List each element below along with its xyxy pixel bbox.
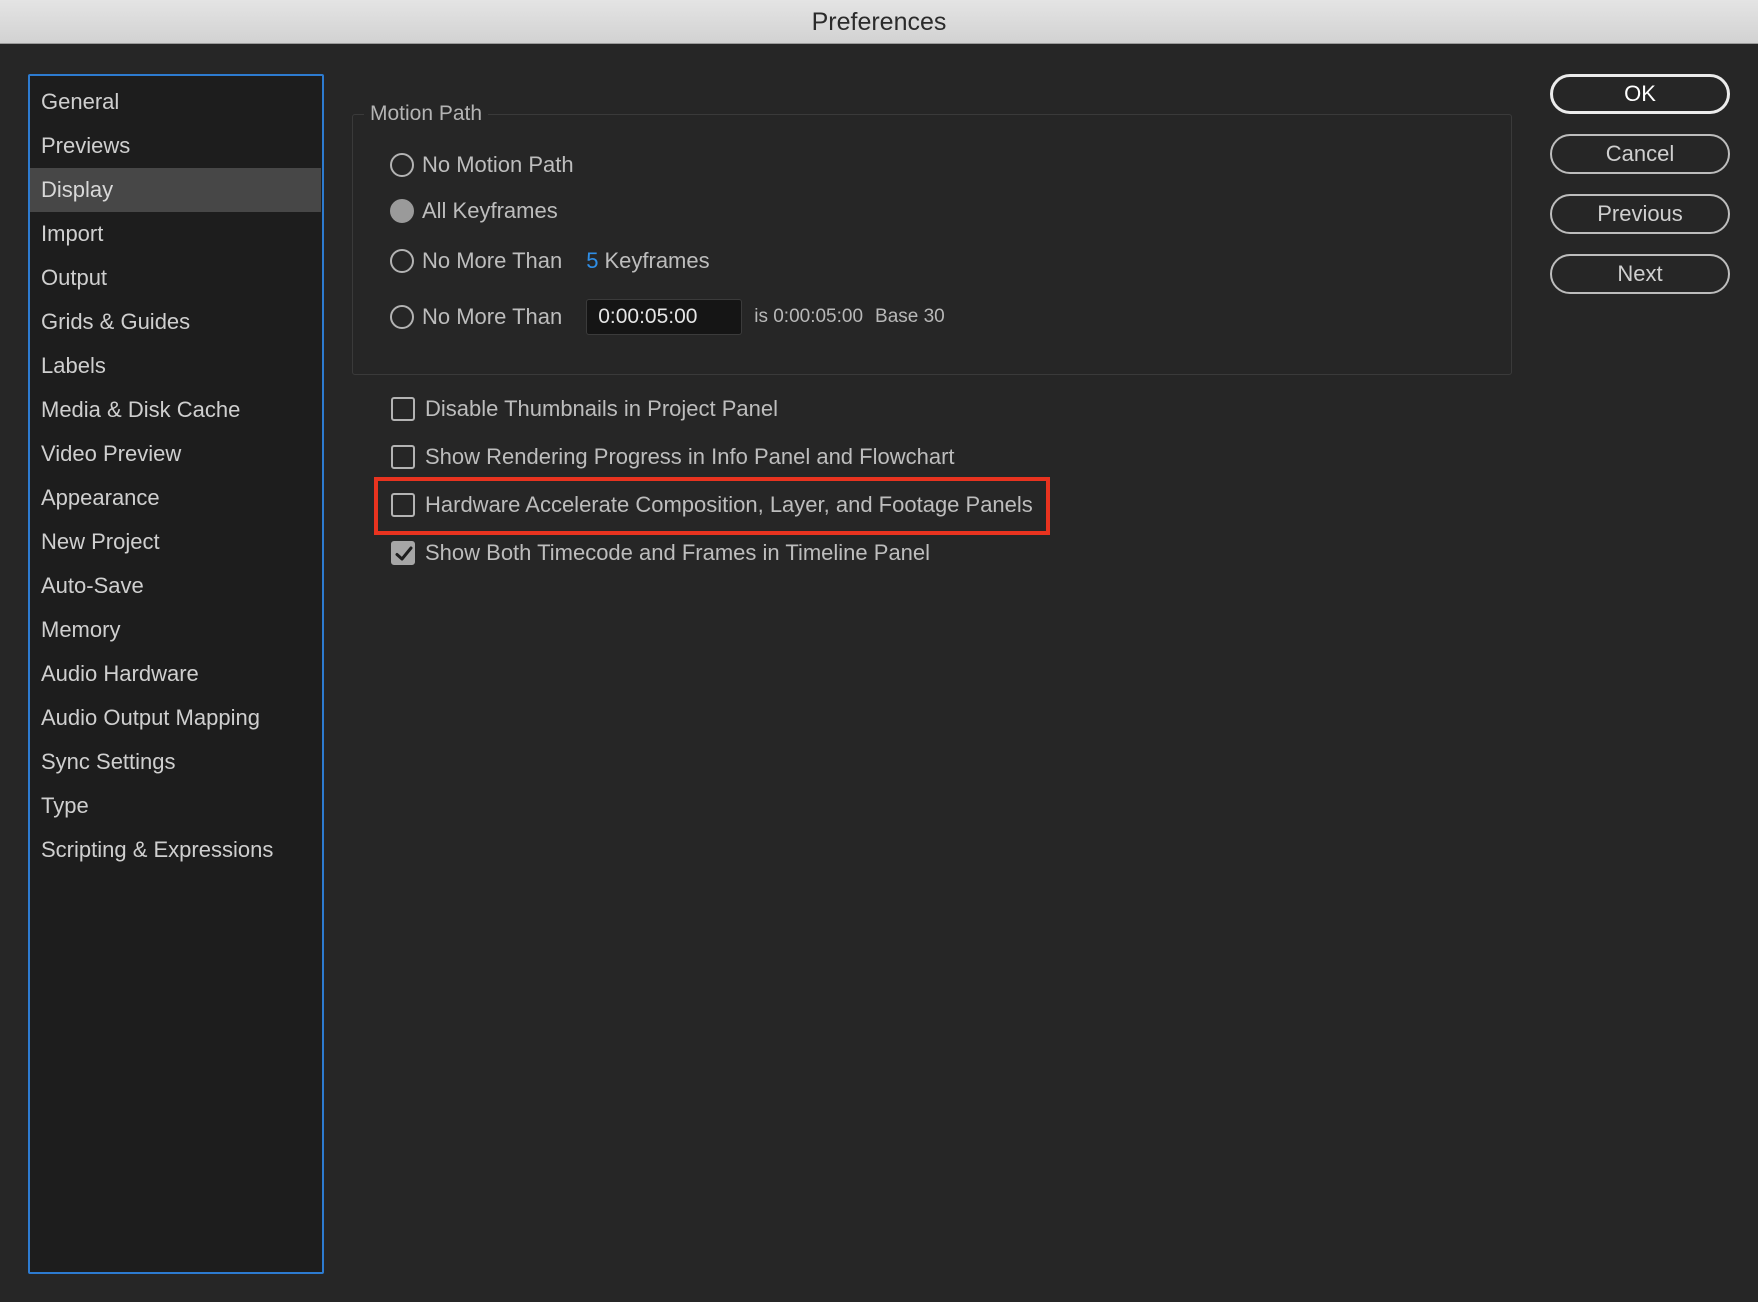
timecode-base: Base 30 [875,306,945,327]
sidebar-item-grids-guides[interactable]: Grids & Guides [30,300,322,344]
window-title: Preferences [811,8,947,36]
radio-button-selected[interactable] [390,199,414,223]
sidebar-item-video-preview[interactable]: Video Preview [30,432,322,476]
radio-label: No Motion Path [422,152,574,177]
sidebar-item-previews[interactable]: Previews [30,124,322,168]
sidebar-item-appearance[interactable]: Appearance [30,476,322,520]
radio-no-motion-path[interactable]: No Motion Path [390,148,598,182]
sidebar-item-memory[interactable]: Memory [30,608,322,652]
sidebar-item-audio-hardware[interactable]: Audio Hardware [30,652,322,696]
checkbox-label: Show Rendering Progress in Info Panel an… [425,444,955,469]
sidebar-item-scripting-expressions[interactable]: Scripting & Expressions [30,828,322,872]
checkbox-row-show-both-timecode[interactable]: Show Both Timecode and Frames in Timelin… [391,536,930,570]
timecode-input[interactable]: 0:00:05:00 [586,299,743,335]
radio-label: No More Than [422,304,563,329]
checkbox-row-disable-thumbnails[interactable]: Disable Thumbnails in Project Panel [391,392,778,426]
keyframes-suffix: Keyframes [604,248,710,273]
sidebar-item-labels[interactable]: Labels [30,344,322,388]
sidebar-item-display[interactable]: Display [30,168,321,212]
title-bar[interactable]: Preferences [0,0,1758,44]
ok-button[interactable]: OK [1550,74,1730,114]
motion-path-legend: Motion Path [364,99,489,129]
checkbox-row-show-rendering-progress[interactable]: Show Rendering Progress in Info Panel an… [391,440,955,474]
keyframe-count-scrubber[interactable]: 5 [586,248,598,274]
sidebar-item-type[interactable]: Type [30,784,322,828]
radio-button[interactable] [390,153,414,177]
radio-button[interactable] [390,249,414,273]
radio-label: All Keyframes [422,198,558,223]
checkbox[interactable] [391,397,415,421]
checkbox-checked[interactable] [391,541,415,565]
sidebar-item-audio-output-mapping[interactable]: Audio Output Mapping [30,696,322,740]
radio-label: No More Than [422,248,563,273]
sidebar-item-import[interactable]: Import [30,212,322,256]
radio-no-more-than-time[interactable]: No More Than 0:00:05:00 is 0:00:05:00 Ba… [390,299,957,335]
radio-all-keyframes[interactable]: All Keyframes [390,194,582,228]
cancel-button[interactable]: Cancel [1550,134,1730,174]
next-button[interactable]: Next [1550,254,1730,294]
sidebar-item-new-project[interactable]: New Project [30,520,322,564]
checkbox[interactable] [391,445,415,469]
category-list[interactable]: General Previews Display Import Output G… [28,74,324,1274]
sidebar-item-media-disk-cache[interactable]: Media & Disk Cache [30,388,322,432]
sidebar-item-sync-settings[interactable]: Sync Settings [30,740,322,784]
sidebar-item-output[interactable]: Output [30,256,322,300]
preferences-dialog: Preferences General Previews Display Imp… [0,0,1758,1302]
previous-button[interactable]: Previous [1550,194,1730,234]
sidebar-item-auto-save[interactable]: Auto-Save [30,564,322,608]
radio-no-more-than-keyframes[interactable]: No More Than 5 Keyframes [390,244,710,278]
timecode-info: is 0:00:05:00 [754,306,864,327]
radio-button[interactable] [390,305,414,329]
checkbox-label: Show Both Timecode and Frames in Timelin… [425,540,931,565]
checkmark-icon [395,546,413,561]
sidebar-item-general[interactable]: General [30,80,322,124]
checkbox-label: Disable Thumbnails in Project Panel [425,396,778,421]
highlight-annotation-box [374,477,1050,535]
